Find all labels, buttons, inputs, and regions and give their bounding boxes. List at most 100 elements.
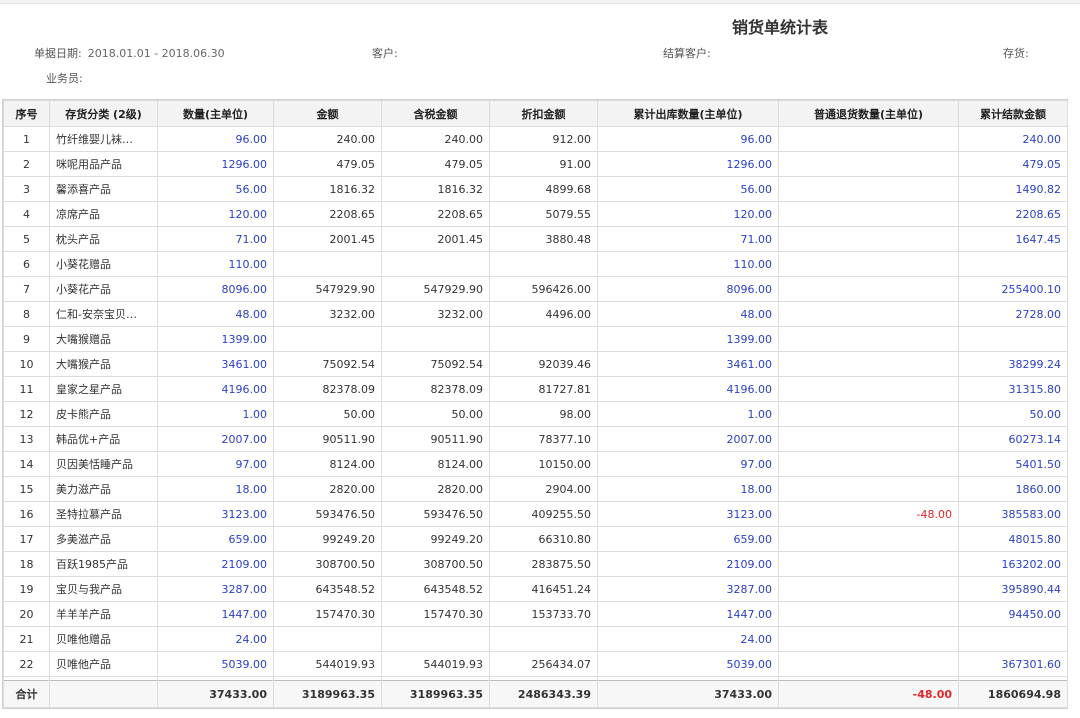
cell-out-qty: 1296.00 bbox=[597, 151, 779, 177]
cell-return-qty bbox=[778, 626, 959, 652]
cell-qty: 5039.00 bbox=[157, 651, 274, 677]
cell-qty: 1296.00 bbox=[157, 151, 274, 177]
cell-return-qty bbox=[778, 651, 959, 677]
cell-amount: 308700.50 bbox=[273, 551, 382, 577]
table-row[interactable]: 1 竹纤维婴儿袜… 96.00 240.00 240.00 912.00 96.00 240.… bbox=[3, 126, 1068, 152]
cell-tax-amount: 240.00 bbox=[381, 126, 490, 152]
table-row[interactable]: 13 韩品优+产品 2007.00 90511.90 90511.90 78377.10 2… bbox=[3, 426, 1068, 452]
cell-out-qty: 3287.00 bbox=[597, 576, 779, 602]
total-amount: 3189963.35 bbox=[273, 680, 382, 708]
col-header-discount[interactable]: 折扣金额 bbox=[489, 100, 598, 127]
table-row[interactable]: 5 枕头产品 71.00 2001.45 2001.45 3880.48 71.00 1647… bbox=[3, 226, 1068, 252]
total-discount: 2486343.39 bbox=[489, 680, 598, 708]
table-row[interactable]: 22 贝唯他产品 5039.00 544019.93 544019.93 256434.0… bbox=[3, 651, 1068, 677]
col-header-category[interactable]: 存货分类 (2级) bbox=[49, 100, 158, 127]
table-row[interactable]: 19 宝贝与我产品 3287.00 643548.52 643548.52 416451.… bbox=[3, 576, 1068, 602]
table-row[interactable]: 16 圣特拉慕产品 3123.00 593476.50 593476.50 409255.… bbox=[3, 501, 1068, 527]
cell-return-qty: -48.00 bbox=[778, 501, 959, 527]
cell-tax-amount: 479.05 bbox=[381, 151, 490, 177]
cell-out-qty: 2109.00 bbox=[597, 551, 779, 577]
cell-return-qty bbox=[778, 551, 959, 577]
table-row[interactable]: 18 百跃1985产品 2109.00 308700.50 308700.50 28387… bbox=[3, 551, 1068, 577]
cell-amount: 50.00 bbox=[273, 401, 382, 427]
filter-customer[interactable]: 客户: bbox=[372, 45, 398, 61]
filter-inventory[interactable]: 存货: bbox=[1003, 45, 1029, 61]
cell-seq: 12 bbox=[3, 401, 50, 427]
cell-discount: 596426.00 bbox=[489, 276, 598, 302]
cell-qty: 96.00 bbox=[157, 126, 274, 152]
cell-discount: 3880.48 bbox=[489, 226, 598, 252]
cell-qty: 97.00 bbox=[157, 451, 274, 477]
table-row[interactable]: 15 美力滋产品 18.00 2820.00 2820.00 2904.00 18.00 18… bbox=[3, 476, 1068, 502]
cell-settled: 2208.65 bbox=[958, 201, 1068, 227]
cell-category: 大嘴猴产品 bbox=[49, 351, 158, 377]
cell-discount: 92039.46 bbox=[489, 351, 598, 377]
cell-amount: 90511.90 bbox=[273, 426, 382, 452]
cell-qty: 2007.00 bbox=[157, 426, 274, 452]
filter-salesperson[interactable]: 业务员: bbox=[46, 70, 83, 86]
cell-tax-amount: 1816.32 bbox=[381, 176, 490, 202]
col-header-amount[interactable]: 金额 bbox=[273, 100, 382, 127]
col-header-qty[interactable]: 数量(主单位) bbox=[157, 100, 274, 127]
cell-return-qty bbox=[778, 576, 959, 602]
cell-settled: 31315.80 bbox=[958, 376, 1068, 402]
table-row[interactable]: 8 仁和-安奈宝贝… 48.00 3232.00 3232.00 4496.00 48.00… bbox=[3, 301, 1068, 327]
table-row[interactable]: 17 多美滋产品 659.00 99249.20 99249.20 66310.80 659… bbox=[3, 526, 1068, 552]
cell-settled: 94450.00 bbox=[958, 601, 1068, 627]
cell-out-qty: 3123.00 bbox=[597, 501, 779, 527]
sales-table: 序号 存货分类 (2级) 数量(主单位) 金额 含税金额 折扣金额 累计出库数量… bbox=[3, 100, 1068, 708]
cell-discount: 78377.10 bbox=[489, 426, 598, 452]
table-row[interactable]: 21 贝唯他赠品 24.00 24.00 bbox=[3, 626, 1068, 652]
table-row[interactable]: 14 贝因美恬睡产品 97.00 8124.00 8124.00 10150.00 97.0… bbox=[3, 451, 1068, 477]
cell-tax-amount: 75092.54 bbox=[381, 351, 490, 377]
col-header-tax-amount[interactable]: 含税金额 bbox=[381, 100, 490, 127]
cell-discount: 416451.24 bbox=[489, 576, 598, 602]
cell-settled: 38299.24 bbox=[958, 351, 1068, 377]
cell-out-qty: 5039.00 bbox=[597, 651, 779, 677]
cell-amount: 82378.09 bbox=[273, 376, 382, 402]
cell-tax-amount bbox=[381, 251, 490, 277]
table-row[interactable]: 6 小葵花赠品 110.00 110.00 bbox=[3, 251, 1068, 277]
cell-discount: 81727.81 bbox=[489, 376, 598, 402]
cell-category: 圣特拉慕产品 bbox=[49, 501, 158, 527]
cell-settled: 50.00 bbox=[958, 401, 1068, 427]
total-settled: 1860694.98 bbox=[958, 680, 1068, 708]
cell-seq: 11 bbox=[3, 376, 50, 402]
cell-return-qty bbox=[778, 601, 959, 627]
cell-qty: 18.00 bbox=[157, 476, 274, 502]
cell-settled: 385583.00 bbox=[958, 501, 1068, 527]
table-row[interactable]: 3 馨添喜产品 56.00 1816.32 1816.32 4899.68 56.00 149… bbox=[3, 176, 1068, 202]
table-row[interactable]: 4 凉席产品 120.00 2208.65 2208.65 5079.55 120.00 22… bbox=[3, 201, 1068, 227]
cell-out-qty: 1.00 bbox=[597, 401, 779, 427]
table-row[interactable]: 9 大嘴猴赠品 1399.00 1399.00 bbox=[3, 326, 1068, 352]
cell-seq: 21 bbox=[3, 626, 50, 652]
cell-seq: 15 bbox=[3, 476, 50, 502]
cell-amount: 544019.93 bbox=[273, 651, 382, 677]
table-row[interactable]: 20 羊羊羊产品 1447.00 157470.30 157470.30 153733.7… bbox=[3, 601, 1068, 627]
cell-category: 韩品优+产品 bbox=[49, 426, 158, 452]
cell-return-qty bbox=[778, 151, 959, 177]
table-row[interactable]: 12 皮卡熊产品 1.00 50.00 50.00 98.00 1.00 50.00 bbox=[3, 401, 1068, 427]
col-header-seq[interactable]: 序号 bbox=[3, 100, 50, 127]
cell-qty: 48.00 bbox=[157, 301, 274, 327]
cell-qty: 56.00 bbox=[157, 176, 274, 202]
cell-category: 小葵花产品 bbox=[49, 276, 158, 302]
cell-tax-amount: 2208.65 bbox=[381, 201, 490, 227]
col-header-out-qty[interactable]: 累计出库数量(主单位) bbox=[597, 100, 779, 127]
filter-settle-customer[interactable]: 结算客户: bbox=[663, 45, 711, 61]
table-row[interactable]: 10 大嘴猴产品 3461.00 75092.54 75092.54 92039.46 34… bbox=[3, 351, 1068, 377]
report-title: 销货单统计表 bbox=[731, 18, 828, 37]
col-header-return-qty[interactable]: 普通退货数量(主单位) bbox=[778, 100, 959, 127]
cell-discount: 912.00 bbox=[489, 126, 598, 152]
cell-amount: 157470.30 bbox=[273, 601, 382, 627]
table-body: 1 竹纤维婴儿袜… 96.00 240.00 240.00 912.00 96.00 240.… bbox=[3, 126, 1068, 681]
cell-qty: 4196.00 bbox=[157, 376, 274, 402]
table-row[interactable]: 2 咪呢用品产品 1296.00 479.05 479.05 91.00 1296.00 47… bbox=[3, 151, 1068, 177]
table-row[interactable]: 7 小葵花产品 8096.00 547929.90 547929.90 596426.00… bbox=[3, 276, 1068, 302]
filter-date-value[interactable]: 2018.01.01 - 2018.06.30 bbox=[88, 47, 225, 60]
table-row[interactable]: 11 皇家之星产品 4196.00 82378.09 82378.09 81727.81 4… bbox=[3, 376, 1068, 402]
col-header-settled[interactable]: 累计结款金额 bbox=[958, 100, 1068, 127]
cell-qty: 1447.00 bbox=[157, 601, 274, 627]
total-tax-amount: 3189963.35 bbox=[381, 680, 490, 708]
cell-seq: 17 bbox=[3, 526, 50, 552]
